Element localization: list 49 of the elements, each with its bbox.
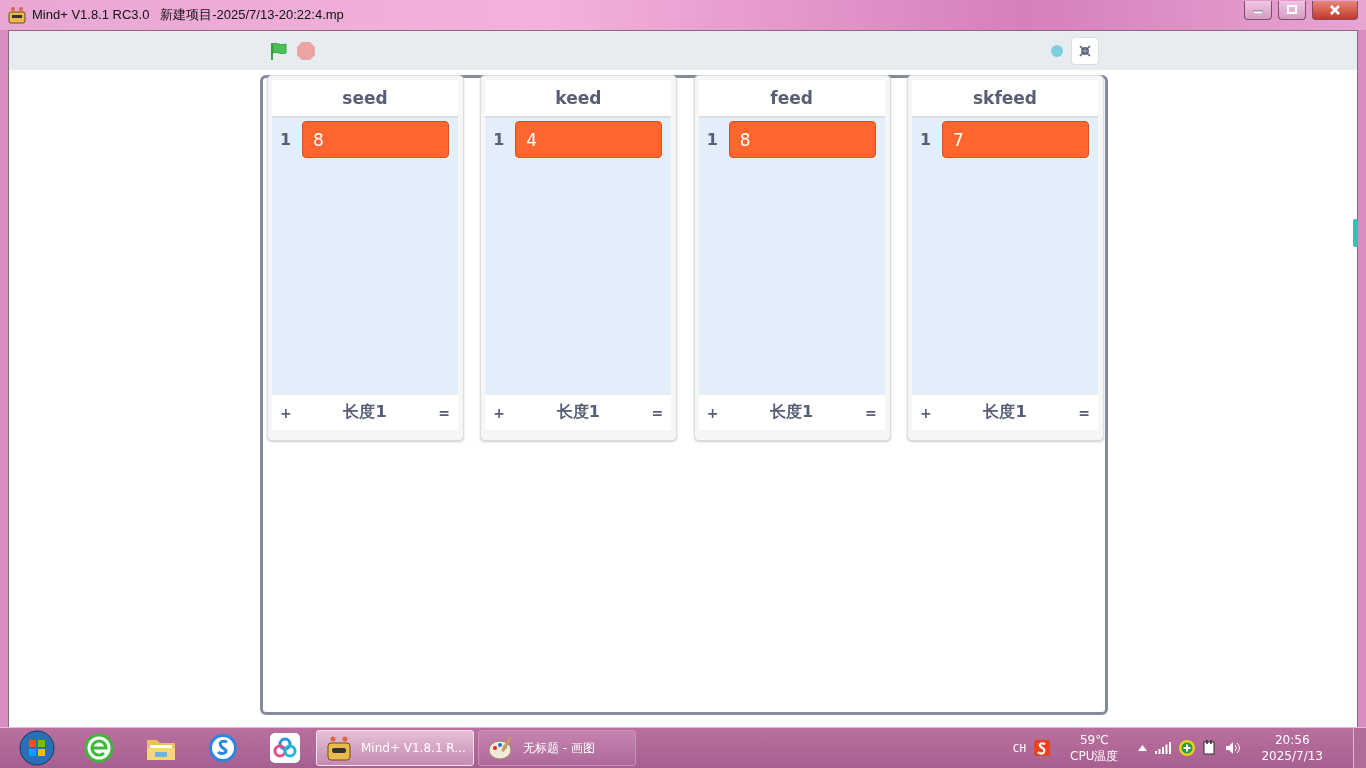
taskbar-button[interactable]: 无标题 - 画图 bbox=[478, 730, 636, 766]
item-index: 1 bbox=[706, 130, 719, 149]
add-item-button[interactable]: + bbox=[706, 404, 719, 421]
add-item-button[interactable]: + bbox=[280, 404, 292, 421]
list-title: keed bbox=[485, 80, 672, 118]
resize-handle[interactable]: = bbox=[438, 404, 450, 421]
robot-icon bbox=[8, 6, 26, 24]
list-length: 长度1 bbox=[983, 402, 1027, 423]
resize-handle[interactable]: = bbox=[864, 404, 877, 421]
shrink-button[interactable] bbox=[1071, 36, 1099, 65]
browser-e-icon bbox=[84, 733, 114, 763]
cloud-icon bbox=[270, 733, 300, 763]
item-index: 1 bbox=[280, 130, 292, 149]
item-index: 1 bbox=[920, 130, 932, 149]
clock-date: 2025/7/13 bbox=[1261, 748, 1323, 764]
close-icon bbox=[1330, 4, 1340, 15]
maximize-icon bbox=[1287, 5, 1297, 14]
list-title: feed bbox=[698, 80, 885, 118]
speaker-icon bbox=[1225, 741, 1242, 755]
s-logo-icon bbox=[208, 733, 238, 763]
close-button[interactable] bbox=[1312, 0, 1358, 20]
resize-handle[interactable]: = bbox=[651, 404, 664, 421]
resize-handle[interactable]: = bbox=[1078, 404, 1090, 421]
input-language[interactable]: CH bbox=[1012, 741, 1027, 755]
add-item-button[interactable]: + bbox=[920, 404, 932, 421]
temperature-label: CPU温度 bbox=[1070, 748, 1119, 764]
plus-circle-icon bbox=[1179, 740, 1196, 756]
palette-icon bbox=[487, 734, 515, 762]
temperature-reading: 59℃ bbox=[1079, 732, 1109, 748]
clock-time: 20:56 bbox=[1274, 732, 1310, 748]
status-dot-icon bbox=[1051, 44, 1063, 57]
list-length: 长度1 bbox=[343, 402, 387, 423]
shrink-icon bbox=[1079, 44, 1091, 57]
add-item-button[interactable]: + bbox=[493, 404, 506, 421]
list-length: 长度1 bbox=[556, 402, 600, 423]
start-button[interactable] bbox=[19, 730, 55, 766]
list-length: 长度1 bbox=[770, 402, 814, 423]
signal-icon bbox=[1155, 742, 1172, 754]
s-logo-icon bbox=[1034, 740, 1051, 756]
side-marker bbox=[1353, 219, 1358, 247]
list-title: seed bbox=[272, 80, 458, 118]
minimize-button[interactable] bbox=[1244, 0, 1272, 20]
robot-icon bbox=[325, 734, 353, 762]
flag-icon[interactable] bbox=[269, 40, 289, 61]
maximize-button[interactable] bbox=[1278, 0, 1306, 20]
item-index: 1 bbox=[493, 130, 506, 149]
up-arrow-icon bbox=[1138, 745, 1148, 751]
list-title: skfeed bbox=[912, 80, 1098, 118]
window-title: Mind+ V1.8.1 RC3.0 新建项目-2025/7/13-20:22:4.mp bbox=[32, 6, 344, 24]
